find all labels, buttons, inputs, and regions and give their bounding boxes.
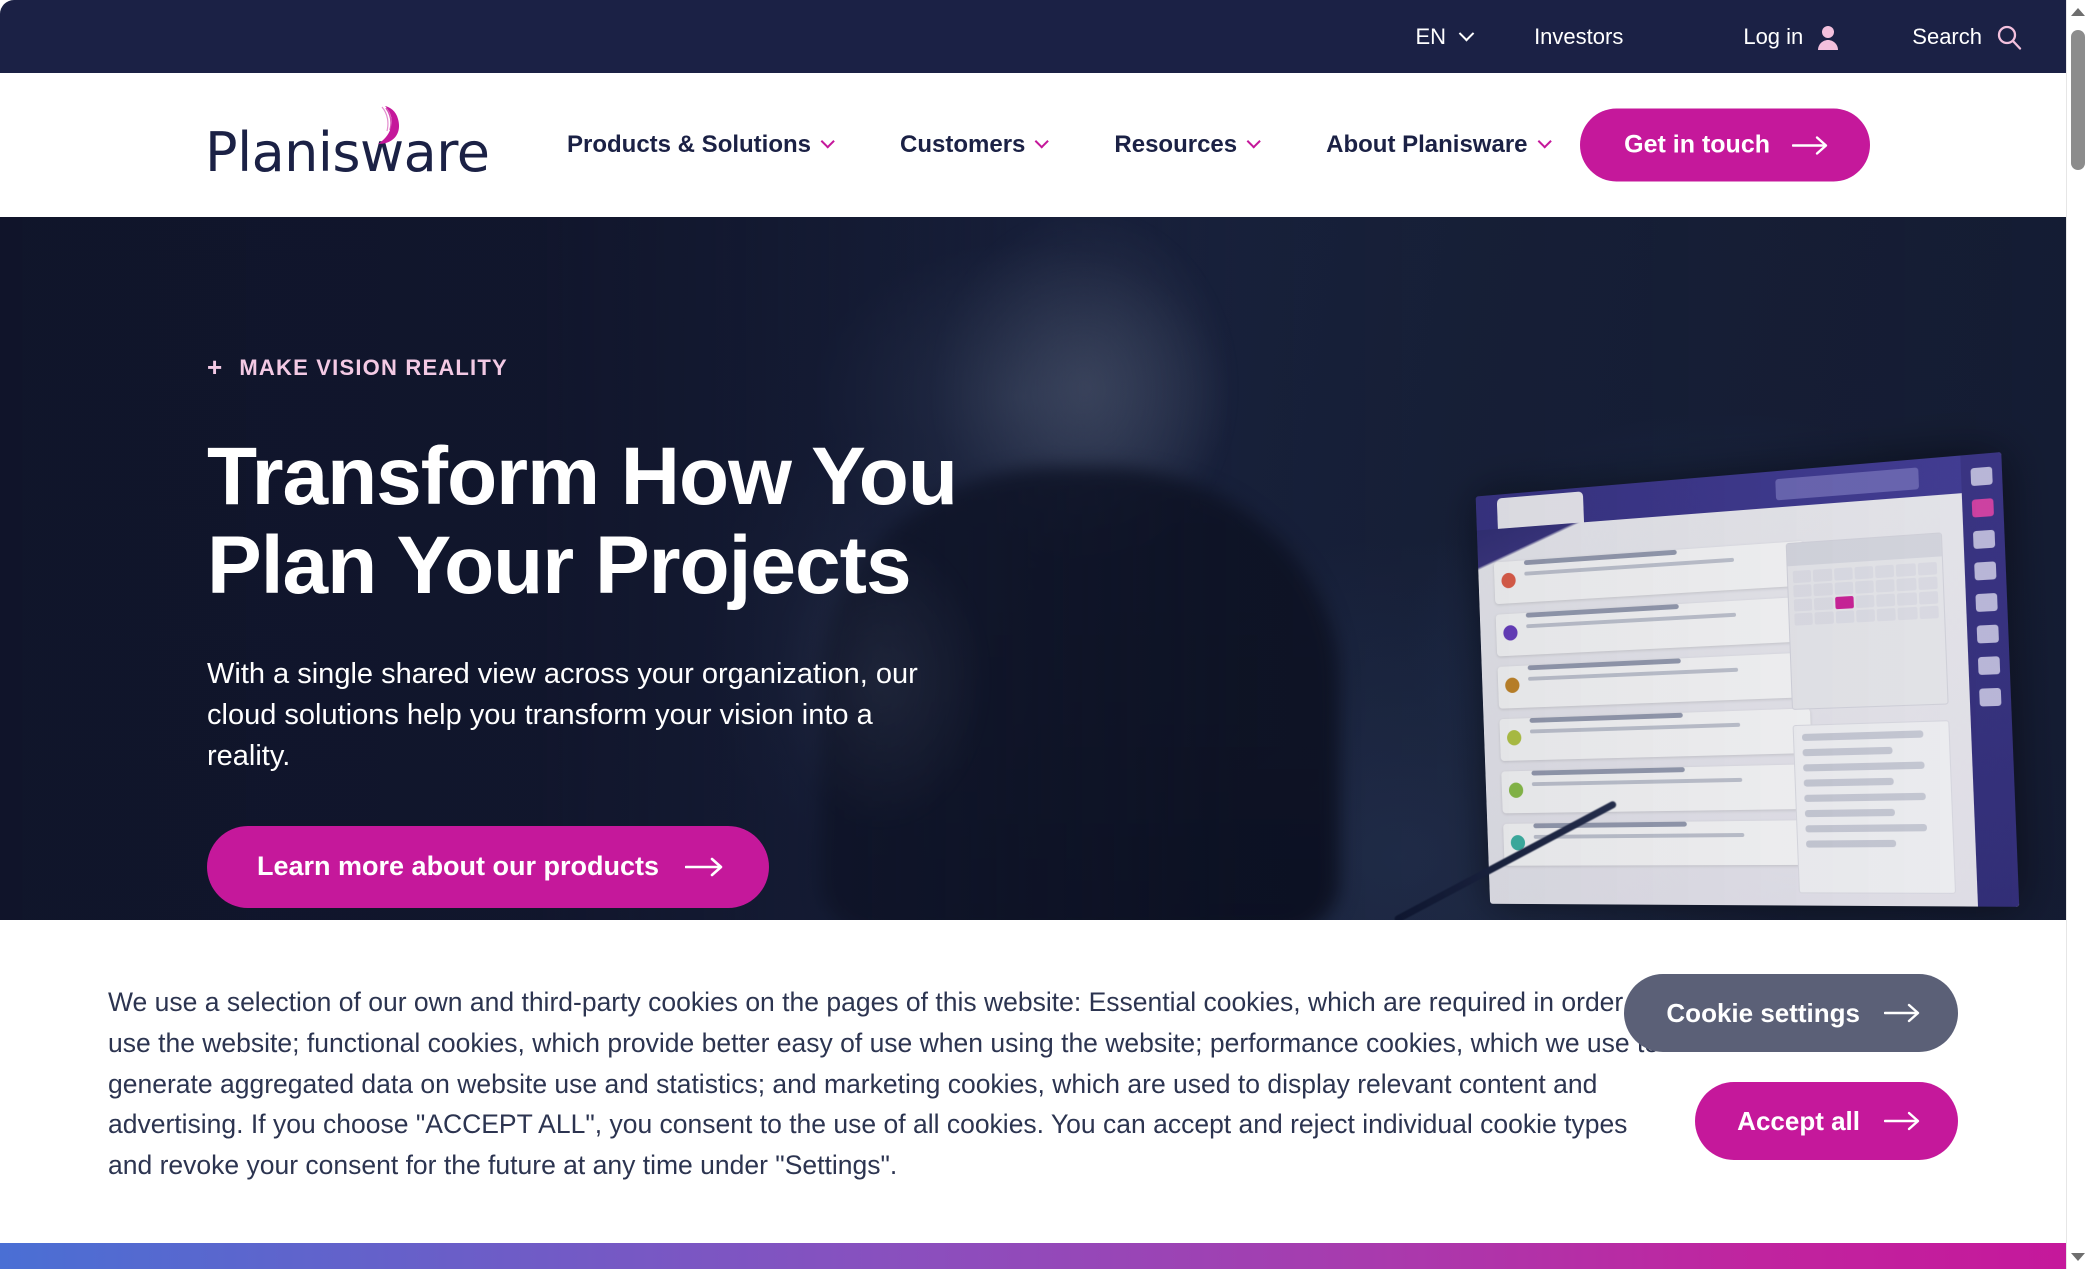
language-selector[interactable]: EN xyxy=(1415,23,1475,50)
hero-title-line-1: Transform How You xyxy=(207,431,958,522)
nav-item-label: Customers xyxy=(900,131,1026,158)
caret-down-icon[interactable] xyxy=(2070,1253,2085,1261)
nav-links: Products & Solutions Customers Resources… xyxy=(567,131,1617,159)
search-label: Search xyxy=(1912,23,1982,49)
chevron-down-icon xyxy=(1246,134,1261,149)
hero-title: Transform How You Plan Your Projects xyxy=(207,431,958,611)
hero-title-line-2: Plan Your Projects xyxy=(207,519,912,611)
cookie-settings-label: Cookie settings xyxy=(1666,997,1860,1028)
nav-item-label: Resources xyxy=(1114,131,1238,158)
chevron-down-icon xyxy=(820,134,835,149)
hero-section: + MAKE VISION REALITY Transform How You … xyxy=(0,217,2066,920)
arrow-right-icon xyxy=(1884,1111,1920,1131)
accept-all-button[interactable]: Accept all xyxy=(1695,1082,1958,1160)
accept-all-label: Accept all xyxy=(1737,1105,1860,1136)
login-link[interactable]: Log in xyxy=(1743,24,1840,50)
chevron-down-icon xyxy=(1458,25,1475,42)
investors-link[interactable]: Investors xyxy=(1534,24,1623,50)
scrollbar-thumb[interactable] xyxy=(2071,30,2085,170)
search-link[interactable]: Search xyxy=(1912,24,2022,50)
nav-item-customers[interactable]: Customers xyxy=(900,131,1050,159)
logo-wordmark: Planisware xyxy=(205,121,490,184)
main-navigation: Planisware Products & Solutions Customer… xyxy=(0,73,2066,217)
cookie-consent-banner: We use a selection of our own and third-… xyxy=(0,920,2066,1238)
arrow-right-icon xyxy=(685,857,723,876)
hero-content: + MAKE VISION REALITY Transform How You … xyxy=(207,217,958,908)
person-icon xyxy=(1818,25,1839,50)
caret-up-icon[interactable] xyxy=(2070,8,2085,16)
get-in-touch-label: Get in touch xyxy=(1624,130,1770,159)
browser-page: EN Investors Log in Search Planisware Pr… xyxy=(0,0,2088,1269)
cookie-settings-button[interactable]: Cookie settings xyxy=(1624,974,1958,1052)
plus-icon: + xyxy=(207,352,224,382)
hero-eyebrow: + MAKE VISION REALITY xyxy=(207,352,957,383)
utility-bar: EN Investors Log in Search xyxy=(0,0,2066,73)
crescent-swoosh-icon xyxy=(378,106,400,144)
planisware-logo[interactable]: Planisware xyxy=(205,106,490,180)
cookie-banner-text: We use a selection of our own and third-… xyxy=(108,987,1660,1181)
language-label: EN xyxy=(1415,23,1447,49)
nav-item-products-solutions[interactable]: Products & Solutions xyxy=(567,131,835,159)
chevron-down-icon xyxy=(1035,134,1050,149)
arrow-right-icon xyxy=(1884,1003,1920,1023)
nav-item-resources[interactable]: Resources xyxy=(1114,131,1261,159)
search-icon xyxy=(1997,25,2022,50)
arrow-right-icon xyxy=(1792,135,1828,155)
cookie-banner-actions: Cookie settings Accept all xyxy=(1624,974,1958,1160)
nav-item-label: About Planisware xyxy=(1326,131,1528,158)
hero-eyebrow-label: MAKE VISION REALITY xyxy=(239,354,508,380)
learn-more-label: Learn more about our products xyxy=(257,851,660,882)
learn-more-about-products-button[interactable]: Learn more about our products xyxy=(207,825,770,908)
nav-item-about-planisware[interactable]: About Planisware xyxy=(1326,131,1552,159)
login-label: Log in xyxy=(1743,23,1804,49)
bottom-gradient-strip xyxy=(0,1243,2066,1269)
page-scrollbar[interactable] xyxy=(2066,0,2088,1269)
chevron-down-icon xyxy=(1537,134,1552,149)
nav-item-label: Products & Solutions xyxy=(567,131,812,158)
get-in-touch-button[interactable]: Get in touch xyxy=(1580,108,1870,182)
hero-subtitle: With a single shared view across your or… xyxy=(207,658,918,773)
